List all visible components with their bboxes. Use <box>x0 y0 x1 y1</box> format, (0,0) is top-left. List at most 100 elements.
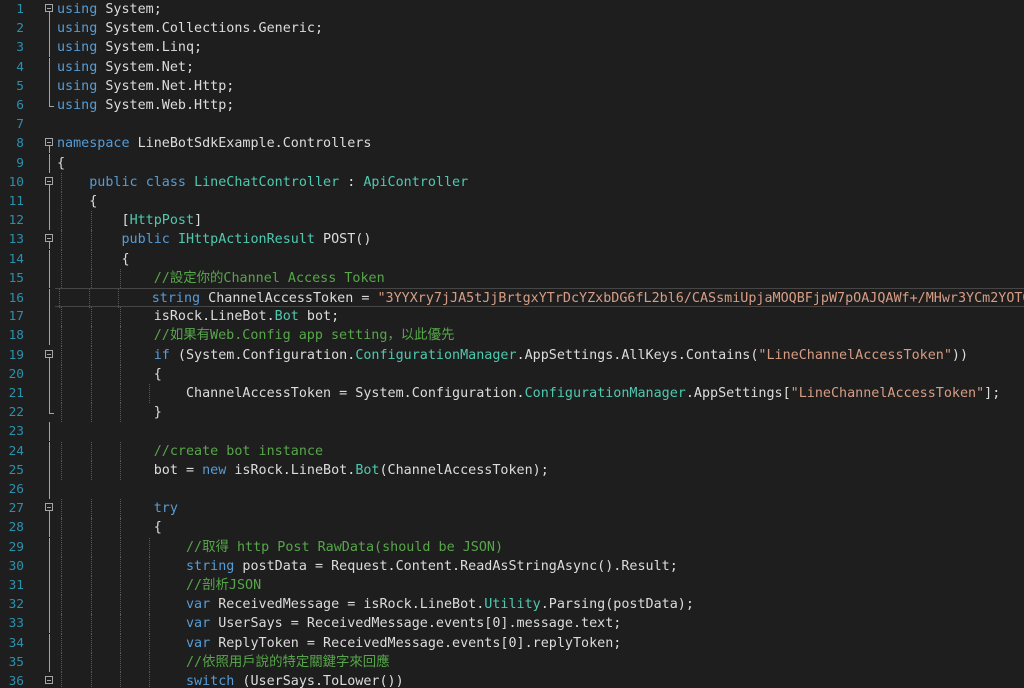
text-token: { <box>57 520 162 536</box>
collapse-icon[interactable] <box>44 134 55 154</box>
code-line[interactable]: 17 isRock.LineBot.Bot bot; <box>0 307 1024 327</box>
line-number: 22 <box>8 405 24 421</box>
indent-guide <box>61 672 62 688</box>
minus-box-icon[interactable] <box>45 349 53 358</box>
indent-guide <box>149 384 150 404</box>
code-line[interactable]: 8 namespace LineBotSdkExample.Controllers <box>0 134 1024 154</box>
code-line[interactable]: 7 <box>0 115 1024 134</box>
fold-guide <box>44 249 55 269</box>
code-line[interactable]: 19 if (System.Configuration.Configuratio… <box>0 345 1024 365</box>
code-line[interactable]: 16 string ChannelAccessToken = "3YYXry7j… <box>9 288 1024 309</box>
minus-box-icon[interactable] <box>45 676 53 684</box>
indent-guide <box>120 576 121 596</box>
code-line[interactable]: 4 using System.Net; <box>0 57 1024 77</box>
code-line[interactable]: 35 //依照用戶說的特定關鍵字來回應 <box>0 652 1024 672</box>
text-token: (UserSays.ToLower()) <box>234 674 404 688</box>
code-text: switch (UserSays.ToLower()) <box>57 672 1024 688</box>
code-line[interactable]: 13 public IHttpActionResult POST() <box>0 230 1024 250</box>
indent-guide <box>91 441 92 461</box>
code-line[interactable]: 14 { <box>0 249 1024 269</box>
indent-guide <box>61 211 62 231</box>
collapse-icon[interactable] <box>44 672 55 688</box>
collapse-icon[interactable] <box>44 0 55 19</box>
line-number: 3 <box>16 40 24 56</box>
fold-guide <box>44 153 55 173</box>
fold-guide <box>44 576 55 595</box>
indent-guide <box>120 499 121 519</box>
minus-box-icon[interactable] <box>45 138 53 147</box>
fold-line <box>49 76 50 96</box>
minus-box-icon[interactable] <box>45 4 53 12</box>
indent-guide <box>61 403 62 423</box>
keyword-token: try <box>153 501 178 517</box>
indent-guide <box>149 672 150 688</box>
code-line[interactable]: 3 using System.Linq; <box>0 38 1024 58</box>
collapse-icon[interactable] <box>44 230 55 250</box>
code-line[interactable]: 31 //剖析JSON <box>0 576 1024 596</box>
code-line[interactable]: 2 using System.Collections.Generic; <box>0 19 1024 39</box>
code-line[interactable]: 1 using System; <box>0 0 1024 19</box>
keyword-token: using <box>57 2 98 17</box>
type-token: Bot <box>274 309 299 325</box>
code-line[interactable]: 33 var UserSays = ReceivedMessage.events… <box>0 614 1024 634</box>
code-line[interactable]: 32 var ReceivedMessage = isRock.LineBot.… <box>0 595 1024 615</box>
indent-guide <box>61 614 62 634</box>
code-line[interactable]: 10 public class LineChatController : Api… <box>0 172 1024 192</box>
fold-line <box>49 146 50 154</box>
code-line[interactable]: 22 } <box>0 403 1024 423</box>
code-line[interactable]: 18 //如果有Web.Config app setting，以此優先 <box>0 326 1024 346</box>
code-text: //設定你的Channel Access Token <box>57 268 1024 288</box>
code-line[interactable]: 20 { <box>0 364 1024 384</box>
fold-line <box>49 480 50 499</box>
minus-box-icon[interactable] <box>45 503 53 512</box>
collapse-icon[interactable] <box>44 499 55 519</box>
code-line[interactable]: 29 //取得 http Post RawData(should be JSON… <box>0 537 1024 557</box>
code-line[interactable]: 5 using System.Net.Http; <box>0 76 1024 96</box>
code-text: var ReplyToken = ReceivedMessage.events[… <box>57 633 1024 653</box>
collapse-icon[interactable] <box>44 346 55 365</box>
code-line[interactable]: 30 string postData = Request.Content.Rea… <box>0 556 1024 576</box>
indent-guide <box>61 230 62 250</box>
code-text: ChannelAccessToken = System.Configuratio… <box>57 384 1024 404</box>
code-line[interactable]: 15 //設定你的Channel Access Token <box>0 268 1024 288</box>
fold-guide <box>44 652 55 672</box>
collapse-icon[interactable] <box>44 173 55 192</box>
comment-token: //設定你的Channel Access Token <box>153 270 385 286</box>
code-line[interactable]: 25 bot = new isRock.LineBot.Bot(ChannelA… <box>0 460 1024 480</box>
text-token: bot; <box>298 309 340 325</box>
text-token: )) <box>951 347 969 363</box>
line-number: 25 <box>8 462 24 478</box>
code-editor[interactable]: 1 using System; 2 using System.Collections.… <box>0 0 1024 688</box>
fold-guide <box>44 480 55 499</box>
minus-box-icon[interactable] <box>45 234 53 243</box>
indent-guide <box>61 192 62 212</box>
code-line[interactable]: 36 switch (UserSays.ToLower()) <box>0 672 1024 688</box>
code-text: [HttpPost] <box>57 211 1024 231</box>
line-number: 1 <box>16 2 24 17</box>
code-line[interactable]: 26 <box>0 480 1024 499</box>
minus-box-icon[interactable] <box>45 176 53 185</box>
fold-guide <box>44 268 55 288</box>
code-line[interactable]: 27 try <box>0 499 1024 519</box>
line-number: 23 <box>8 424 24 440</box>
fold-line <box>49 192 50 211</box>
code-line[interactable]: 23 <box>0 422 1024 442</box>
code-line[interactable]: 9{ <box>0 153 1024 173</box>
code-line[interactable]: 12 [HttpPost] <box>0 211 1024 231</box>
code-line[interactable]: 34 var ReplyToken = ReceivedMessage.even… <box>0 633 1024 653</box>
code-line[interactable]: 28 { <box>0 518 1024 538</box>
indent-guide <box>120 672 121 688</box>
code-line[interactable]: 6 using System.Web.Http; <box>0 96 1024 115</box>
code-text: { <box>57 154 1024 173</box>
fold-line <box>49 652 50 672</box>
code-line[interactable]: 21 ChannelAccessToken = System.Configura… <box>0 384 1024 404</box>
code-text: using System.Web.Http; <box>57 96 1024 115</box>
code-line[interactable]: 24 //create bot instance <box>0 441 1024 461</box>
code-line[interactable]: 11 { <box>0 192 1024 212</box>
indent-guide <box>61 268 62 288</box>
fold-line <box>49 614 50 634</box>
